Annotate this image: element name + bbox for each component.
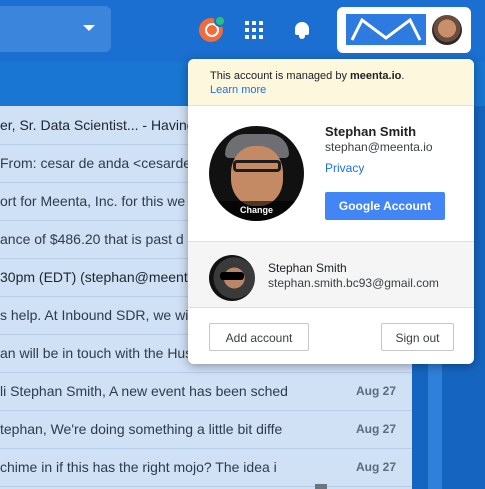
account-switcher[interactable] xyxy=(337,7,471,53)
email-snippet: s help. At Inbound SDR, we wi xyxy=(0,307,189,323)
sign-out-button[interactable]: Sign out xyxy=(381,323,454,351)
avatar[interactable] xyxy=(432,15,462,45)
privacy-link[interactable]: Privacy xyxy=(325,161,364,175)
email-snippet: ance of $486.20 that is past d xyxy=(0,231,184,247)
secondary-account-item[interactable]: Stephan Smith stephan.smith.bc93@gmail.c… xyxy=(188,242,474,307)
learn-more-link[interactable]: Learn more xyxy=(210,84,266,96)
email-snippet: From: cesar de anda <cesarde xyxy=(0,155,192,171)
email-snippet: 30pm (EDT) (stephan@meent xyxy=(0,269,188,285)
divider xyxy=(188,307,474,308)
email-row[interactable]: tephan, We're doing something a little b… xyxy=(0,410,412,449)
apps-grid-icon[interactable] xyxy=(245,21,263,39)
secondary-avatar xyxy=(209,255,255,301)
managed-suffix: . xyxy=(401,70,405,82)
email-row[interactable]: chime in if this has the right mojo? The… xyxy=(0,448,412,487)
profile-photo[interactable]: Change xyxy=(209,126,304,221)
email-snippet: chime in if this has the right mojo? The… xyxy=(0,459,277,475)
top-bar xyxy=(0,0,485,62)
change-photo-label[interactable]: Change xyxy=(209,201,304,221)
managed-prefix: This account is managed by xyxy=(210,70,351,82)
google-account-button[interactable]: Google Account xyxy=(325,192,445,220)
organization-logo xyxy=(346,14,426,45)
primary-account-name: Stephan Smith xyxy=(325,124,417,139)
email-snippet: ort for Meenta, Inc. for this we xyxy=(0,193,186,209)
email-row[interactable]: li Stephan Smith, A new event has been s… xyxy=(0,372,412,411)
email-snippet: tephan, We're doing something a little b… xyxy=(0,421,283,437)
email-date: Aug 27 xyxy=(356,460,397,474)
email-date: Aug 27 xyxy=(356,384,397,398)
account-popup: This account is managed by meenta.io. Le… xyxy=(188,59,474,364)
managed-domain: meenta.io xyxy=(350,70,402,82)
email-snippet: li Stephan Smith, A new event has been s… xyxy=(0,383,288,399)
add-account-button[interactable]: Add account xyxy=(209,323,309,351)
caret-down-icon[interactable] xyxy=(83,25,95,31)
secondary-account-name: Stephan Smith xyxy=(268,261,347,275)
hubspot-icon[interactable] xyxy=(199,15,226,42)
attachment-icon xyxy=(315,484,327,489)
managed-account-banner: This account is managed by meenta.io. Le… xyxy=(188,59,474,106)
email-snippet: er, Sr. Data Scientist... - Having xyxy=(0,117,195,133)
notifications-bell-icon[interactable] xyxy=(293,20,311,40)
search-box[interactable] xyxy=(0,6,111,52)
email-date: Aug 27 xyxy=(356,422,397,436)
secondary-account-email: stephan.smith.bc93@gmail.com xyxy=(268,276,439,290)
primary-account-email: stephan@meenta.io xyxy=(325,140,433,154)
